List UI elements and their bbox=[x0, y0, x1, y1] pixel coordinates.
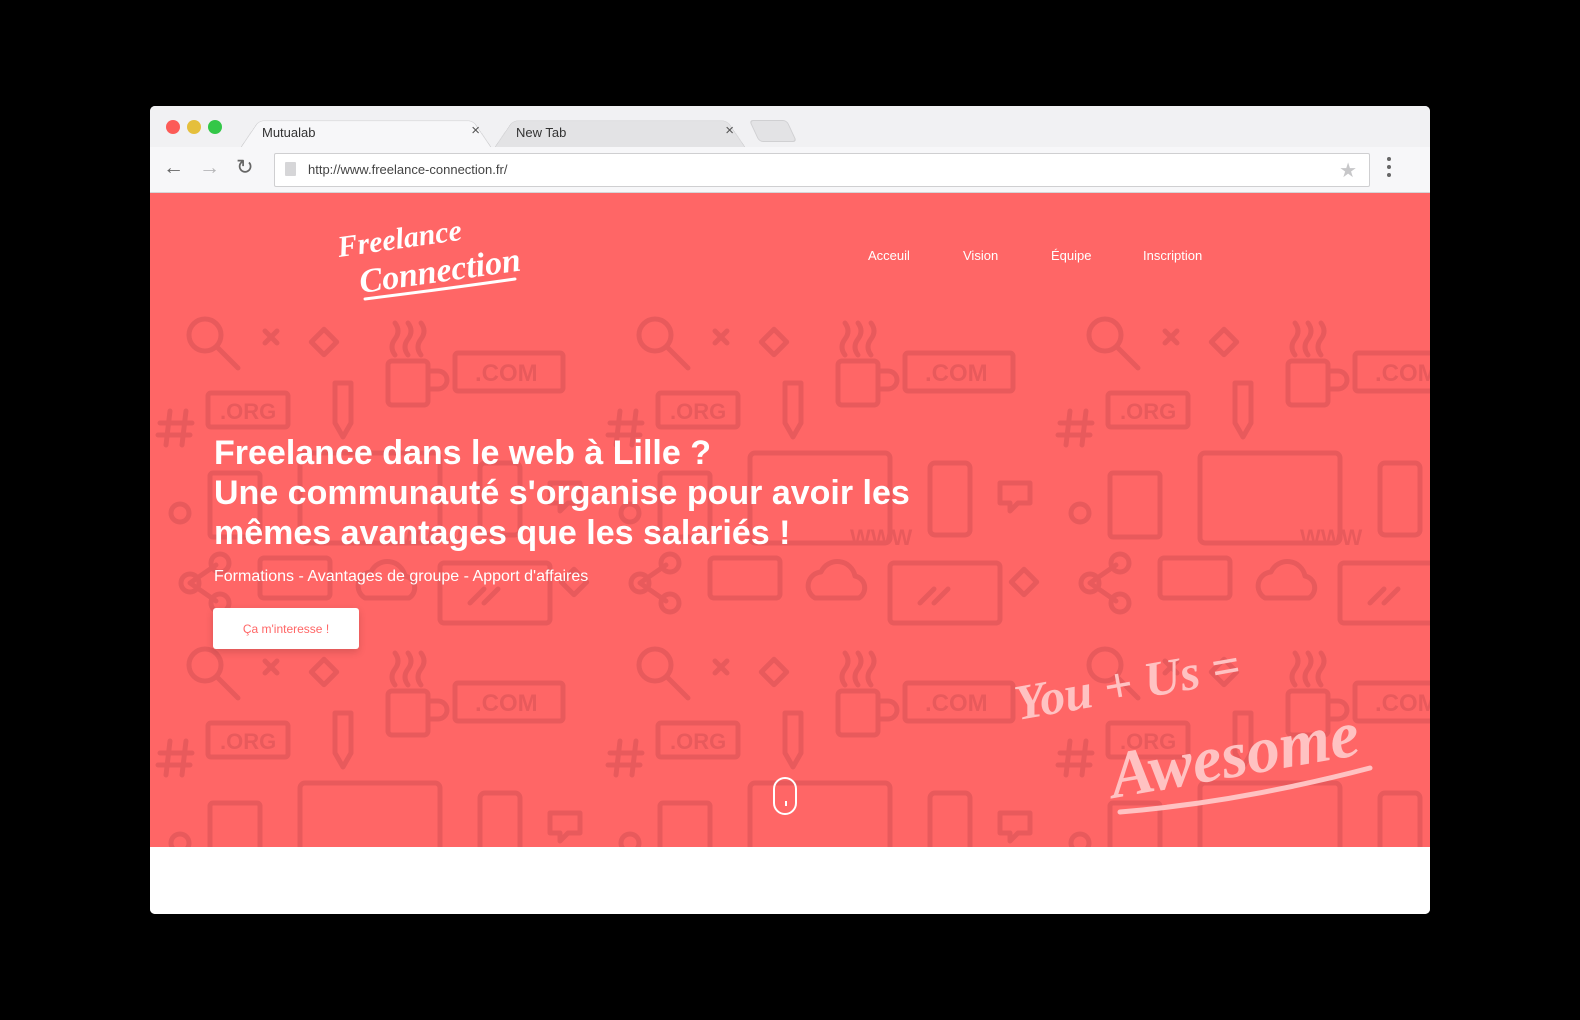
tab-new-tab[interactable]: New Tab × bbox=[494, 114, 746, 148]
browser-toolbar: ← → ↻ http://www.freelance-connection.fr… bbox=[150, 147, 1430, 193]
hero-title-line-3: mêmes avantages que les salariés ! bbox=[214, 514, 791, 552]
browser-window: Mutualab × New Tab × ← → ↻ http://www.fr… bbox=[150, 106, 1430, 914]
interested-button[interactable]: Ça m'interesse ! bbox=[213, 608, 359, 649]
hero-section: .COM .ORG WWW Freelance Connection Acceu… bbox=[150, 193, 1430, 847]
nav-link-equipe[interactable]: Équipe bbox=[1051, 248, 1091, 263]
hero-subtitle: Formations - Avantages de groupe - Appor… bbox=[214, 568, 589, 585]
close-tab-icon[interactable]: × bbox=[725, 122, 734, 139]
freelance-connection-logo[interactable]: Freelance Connection bbox=[335, 223, 535, 303]
close-window-button[interactable] bbox=[166, 120, 180, 134]
nav-link-vision[interactable]: Vision bbox=[963, 248, 998, 263]
hero-title-line-1: Freelance dans le web à Lille ? bbox=[214, 434, 711, 472]
maximize-window-button[interactable] bbox=[208, 120, 222, 134]
new-tab-button[interactable] bbox=[748, 120, 798, 142]
tab-mutualab[interactable]: Mutualab × bbox=[240, 114, 492, 148]
tab-title: Mutualab bbox=[262, 125, 316, 140]
nav-link-acceuil[interactable]: Acceuil bbox=[868, 248, 910, 263]
page-below-fold bbox=[150, 847, 1430, 914]
scroll-mouse-icon[interactable] bbox=[773, 777, 797, 815]
tab-title: New Tab bbox=[516, 125, 567, 140]
hero-title-line-2: Une communauté s'organise pour avoir les bbox=[214, 474, 910, 512]
page-icon bbox=[285, 162, 296, 176]
address-bar[interactable]: http://www.freelance-connection.fr/ ★ bbox=[274, 153, 1370, 187]
svg-text:You + Us =: You + Us = bbox=[1010, 648, 1244, 731]
tagline-you-us-awesome: You + Us = Awesome bbox=[1010, 648, 1373, 815]
bookmark-star-icon[interactable]: ★ bbox=[1339, 158, 1357, 183]
back-arrow-icon[interactable]: ← bbox=[163, 156, 184, 180]
forward-arrow-icon[interactable]: → bbox=[199, 156, 220, 180]
hero-title: Freelance dans le web à Lille ? Une comm… bbox=[214, 433, 1034, 553]
tab-strip: Mutualab × New Tab × bbox=[150, 106, 1430, 148]
url-text[interactable]: http://www.freelance-connection.fr/ bbox=[308, 162, 507, 177]
close-tab-icon[interactable]: × bbox=[471, 122, 480, 139]
nav-link-inscription[interactable]: Inscription bbox=[1143, 248, 1202, 263]
minimize-window-button[interactable] bbox=[187, 120, 201, 134]
kebab-menu-icon[interactable] bbox=[1386, 157, 1392, 181]
reload-icon[interactable]: ↻ bbox=[236, 156, 254, 180]
